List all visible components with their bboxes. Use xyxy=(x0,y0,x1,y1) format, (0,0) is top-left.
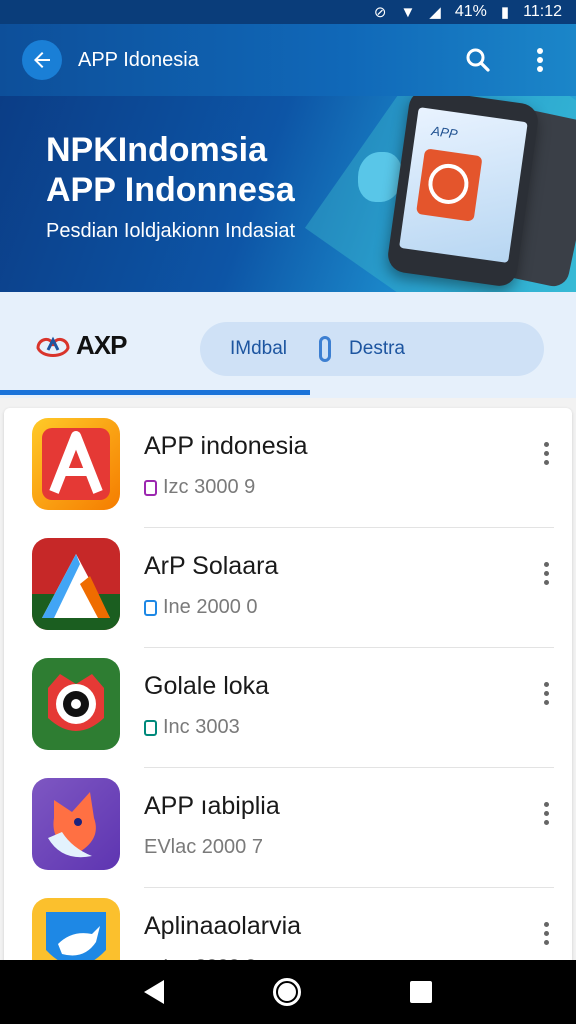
brand-logo-text: AXP xyxy=(76,330,127,360)
clock: 11:12 xyxy=(523,3,562,20)
tag-icon xyxy=(144,479,157,496)
app-name: Aplinaaolarvia xyxy=(144,912,302,940)
letter-a-icon xyxy=(32,418,120,510)
tab-switcher: IMdbal Destra xyxy=(200,322,544,376)
list-item[interactable]: Aplinaaolarvia Inc 2000 0 xyxy=(4,888,572,968)
phone-illustration: APP xyxy=(385,96,541,289)
more-vertical-icon[interactable] xyxy=(534,438,558,468)
more-vertical-icon[interactable] xyxy=(534,558,558,588)
notification-off-icon: ⊘ xyxy=(373,4,387,21)
battery-icon: ▮ xyxy=(500,4,510,21)
app-version: Inc 3003 xyxy=(163,716,240,738)
phone-screen: APP xyxy=(399,107,528,263)
tag-icon xyxy=(144,719,157,736)
tab-mdbal[interactable]: IMdbal xyxy=(230,338,287,360)
nav-home-icon[interactable] xyxy=(272,978,301,1006)
list-item[interactable]: Golale loka Inc 3003 xyxy=(4,648,572,768)
app-name: APP indonesia xyxy=(144,432,308,460)
app-list: APP indonesia Izc 3000 9 ArP Solaara Ine… xyxy=(4,408,572,968)
app-meta: EVlac 2000 7 xyxy=(144,836,263,859)
tab-indicator xyxy=(0,390,310,395)
fox-icon xyxy=(32,778,120,870)
back-button[interactable] xyxy=(22,40,62,80)
tabs-area: AXP IMdbal Destra xyxy=(0,292,576,398)
wifi-icon: ▼ xyxy=(400,3,416,21)
app-version: Izc 3000 9 xyxy=(163,476,256,498)
more-vertical-icon[interactable] xyxy=(534,918,558,948)
signal-icon: ◢ xyxy=(429,4,441,21)
system-nav-bar xyxy=(0,960,576,1024)
app-meta: Ine 2000 0 xyxy=(144,596,258,619)
nav-back-icon[interactable] xyxy=(144,980,165,1004)
more-vertical-icon[interactable] xyxy=(534,678,558,708)
hero-title: NPKIndomsia APP Indonnesa xyxy=(46,131,295,209)
status-bar: ⊘ ▼ ◢ 41% ▮ 11:12 xyxy=(0,0,576,24)
bird-icon xyxy=(32,898,120,968)
eye-icon xyxy=(32,658,120,750)
brand-logo[interactable]: AXP xyxy=(34,330,127,361)
search-icon xyxy=(466,48,490,72)
triangle-a-icon xyxy=(32,538,120,630)
list-item[interactable]: APP indonesia Izc 3000 9 xyxy=(4,408,572,528)
arrow-left-icon xyxy=(34,52,50,68)
overflow-menu-button[interactable] xyxy=(518,38,562,82)
nav-recents-icon[interactable] xyxy=(409,981,432,1003)
tab-destra[interactable]: Destra xyxy=(349,338,405,360)
more-vertical-icon[interactable] xyxy=(534,798,558,828)
app-meta: Inc 3003 xyxy=(144,716,240,739)
app-meta: Izc 3000 9 xyxy=(144,476,255,499)
list-item[interactable]: ArP Solaara Ine 2000 0 xyxy=(4,528,572,648)
phone-label: APP xyxy=(430,123,459,142)
tab-destra-icon xyxy=(319,336,332,362)
hero-banner[interactable]: NPKIndomsia APP Indonnesa Pesdian Ioldja… xyxy=(0,96,576,292)
battery-percent: 41% xyxy=(454,3,487,20)
list-item[interactable]: APP ıabiplia EVlac 2000 7 xyxy=(4,768,572,888)
app-name: Golale loka xyxy=(144,672,270,700)
app-title: APP Idonesia xyxy=(78,48,199,71)
tag-icon xyxy=(144,599,157,616)
brand-logo-icon xyxy=(36,336,70,357)
search-button[interactable] xyxy=(456,38,500,82)
app-name: ArP Solaara xyxy=(144,552,279,580)
hero-subtitle: Pesdian Ioldjakionn Indasiat xyxy=(46,220,296,242)
app-version: EVlac 2000 7 xyxy=(144,836,263,858)
app-version: Ine 2000 0 xyxy=(163,596,258,618)
app-bar: APP Idonesia xyxy=(0,24,576,96)
more-vertical-icon xyxy=(537,48,543,72)
app-name: APP ıabiplia xyxy=(144,792,280,820)
